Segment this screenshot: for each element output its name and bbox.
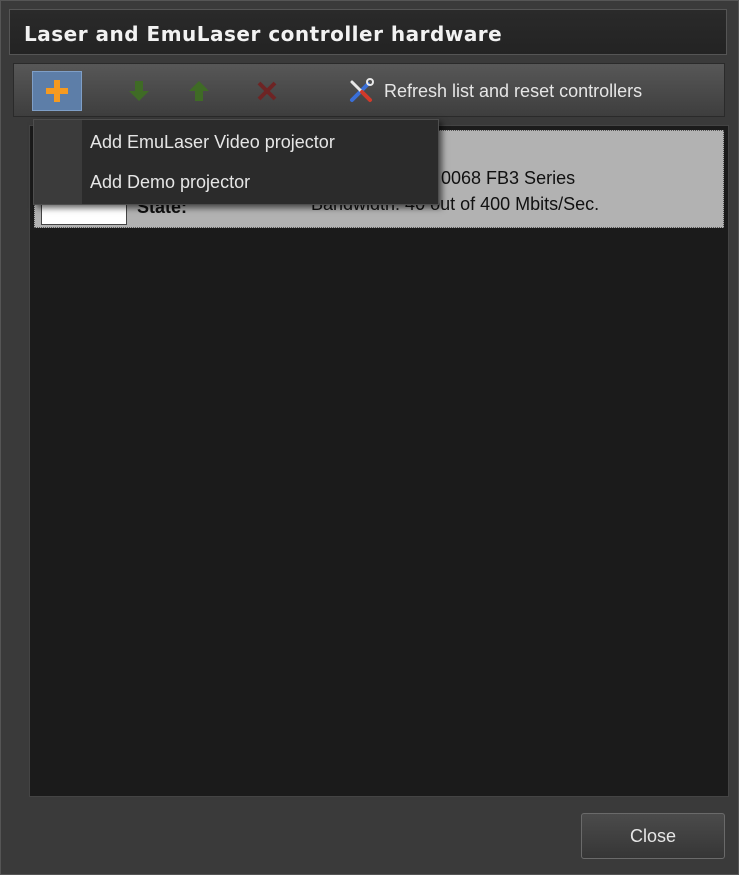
menu-icon-gutter: [34, 120, 82, 204]
tools-icon: [350, 78, 374, 102]
add-button[interactable]: [32, 71, 82, 111]
controller-list[interactable]: 0068 FB3 Series State: Bandwidth: 40 out…: [29, 125, 729, 797]
dialog-window: Laser and EmuLaser controller hardware R…: [0, 0, 739, 875]
plus-icon: [46, 80, 68, 102]
arrow-up-icon: [189, 81, 209, 101]
arrow-down-icon: [129, 81, 149, 101]
menu-item-add-demo[interactable]: Add Demo projector: [90, 172, 250, 193]
title-bar: Laser and EmuLaser controller hardware: [9, 9, 727, 55]
toolbar: Refresh list and reset controllers: [13, 63, 725, 117]
remove-button[interactable]: [242, 71, 292, 111]
refresh-button[interactable]: Refresh list and reset controllers: [346, 72, 642, 110]
refresh-label: Refresh list and reset controllers: [384, 80, 643, 101]
x-icon: [257, 81, 277, 101]
device-model: 0068 FB3 Series: [441, 168, 576, 188]
menu-item-add-emulaser-video[interactable]: Add EmuLaser Video projector: [90, 132, 335, 153]
close-button[interactable]: Close: [581, 813, 725, 859]
move-down-button[interactable]: [114, 71, 164, 111]
add-projector-menu: Add EmuLaser Video projector Add Demo pr…: [33, 119, 439, 205]
window-title: Laser and EmuLaser controller hardware: [24, 22, 503, 46]
move-up-button[interactable]: [174, 71, 224, 111]
